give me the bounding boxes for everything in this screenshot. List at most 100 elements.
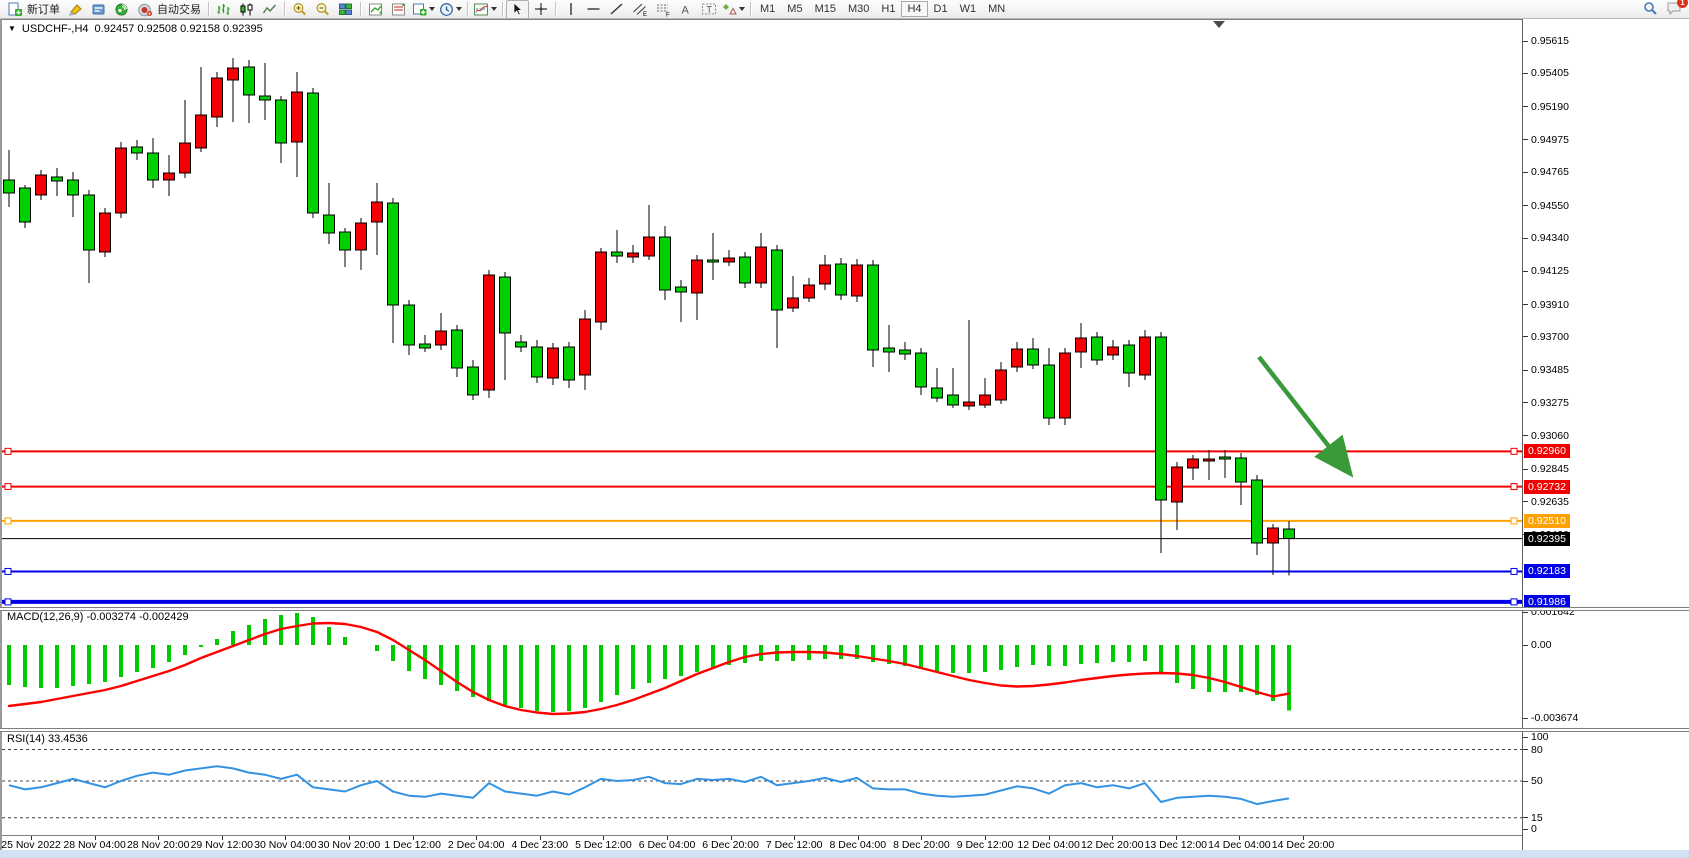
crosshair-tool-button[interactable] [529, 0, 552, 19]
candle [932, 388, 943, 398]
candle [436, 331, 447, 345]
chevron-down-icon [456, 7, 462, 11]
vertical-line-tool-button[interactable] [559, 0, 582, 19]
channel-tool-button[interactable]: E [628, 0, 651, 19]
candle [1172, 467, 1183, 502]
svg-text:A: A [682, 5, 690, 17]
candle-chart-button[interactable] [235, 0, 258, 19]
candle [644, 237, 655, 256]
label-tool-button[interactable]: T [697, 0, 720, 19]
candle [788, 298, 799, 308]
hline-marker[interactable] [5, 518, 11, 524]
timeframe-button-m5[interactable]: M5 [781, 1, 808, 17]
hline-marker[interactable] [1511, 448, 1517, 454]
new-chart-button[interactable] [410, 0, 437, 19]
autotrade-button[interactable] [133, 0, 156, 19]
zoom-out-button[interactable] [311, 0, 334, 19]
timeframe-button-m15[interactable]: M15 [809, 1, 842, 17]
chat-button[interactable]: 1 [1666, 1, 1683, 16]
price-label-0.92732: 0.92732 [1524, 480, 1570, 494]
timeframe-button-m30[interactable]: M30 [842, 1, 875, 17]
timeframe-button-h1[interactable]: H1 [875, 1, 901, 17]
price-axis[interactable]: 0.956150.954050.951900.949750.947650.945… [1522, 19, 1689, 850]
line-chart-button[interactable] [258, 0, 281, 19]
trendline-icon [609, 2, 624, 16]
time-axis[interactable]: 25 Nov 202228 Nov 04:0028 Nov 20:0029 No… [2, 835, 1522, 851]
axis-tick: -0.003674 [1523, 712, 1578, 724]
highlighter-button[interactable] [64, 0, 87, 19]
candle [148, 153, 159, 180]
candle [164, 173, 175, 180]
autotrade-label[interactable]: 自动交易 [157, 1, 201, 17]
indicator-window-button[interactable] [364, 0, 387, 19]
new-order-button[interactable] [3, 0, 26, 19]
chart-canvas[interactable] [2, 19, 1522, 835]
candle [372, 202, 383, 222]
symbol-info-bar[interactable]: ▼ USDCHF-,H4 0.92457 0.92508 0.92158 0.9… [8, 23, 263, 35]
timeframe-button-m1[interactable]: M1 [754, 1, 781, 17]
candle [4, 180, 15, 193]
price-label-0.92395: 0.92395 [1524, 532, 1570, 546]
svg-text:E: E [643, 12, 647, 17]
shapes-tool-button[interactable] [720, 0, 747, 19]
candle [36, 175, 47, 195]
crosshair-icon [534, 2, 548, 16]
fibonacci-tool-button[interactable]: F [651, 0, 674, 19]
shapes-icon [722, 2, 737, 16]
horizontal-line-icon [586, 2, 601, 16]
template-icon [473, 2, 489, 17]
period-clock-button[interactable] [437, 0, 464, 19]
profile-icon [91, 2, 106, 17]
hline-marker[interactable] [5, 448, 11, 454]
candle [756, 247, 767, 283]
zoom-in-button[interactable] [288, 0, 311, 19]
signal-button[interactable] [110, 0, 133, 19]
candle [340, 232, 351, 250]
collapse-triangle-icon[interactable]: ▼ [8, 24, 16, 35]
rsi-line [9, 766, 1289, 804]
timeframe-button-h4[interactable]: H4 [901, 1, 927, 17]
indicator-window2-button[interactable] [387, 0, 410, 19]
candle [612, 252, 623, 256]
macd-indicator-label: MACD(12,26,9) -0.003274 -0.002429 [7, 611, 189, 623]
candle [388, 203, 399, 305]
pane-separator-macd[interactable] [0, 607, 1689, 611]
axis-tick: 0.00 [1523, 639, 1551, 651]
timeframe-button-mn[interactable]: MN [982, 1, 1011, 17]
candle [1076, 338, 1087, 352]
template-button[interactable] [471, 0, 499, 19]
chart-shift-marker[interactable] [1213, 21, 1225, 28]
candle [1220, 457, 1231, 459]
tile-windows-button[interactable] [334, 0, 357, 19]
timeframe-button-w1[interactable]: W1 [954, 1, 983, 17]
candle [1092, 337, 1103, 360]
hline-marker[interactable] [1511, 484, 1517, 490]
trendline-tool-button[interactable] [605, 0, 628, 19]
timeframe-button-d1[interactable]: D1 [928, 1, 954, 17]
bar-chart-button[interactable] [212, 0, 235, 19]
cursor-tool-button[interactable] [506, 0, 529, 19]
hline-marker[interactable] [5, 599, 11, 605]
candle [68, 180, 79, 195]
autotrade-icon [137, 2, 152, 17]
hline-marker[interactable] [1511, 599, 1517, 605]
profiles-button[interactable] [87, 0, 110, 19]
candle [740, 257, 751, 283]
axis-tick: 100 [1523, 731, 1549, 743]
hline-marker[interactable] [5, 484, 11, 490]
candle [996, 370, 1007, 400]
candle [212, 78, 223, 117]
new-order-label[interactable]: 新订单 [27, 1, 60, 17]
candle [532, 347, 543, 377]
candle [308, 93, 319, 213]
search-icon[interactable] [1643, 1, 1658, 16]
axis-tick: 0.93485 [1523, 364, 1569, 376]
candle [276, 100, 287, 143]
candle [132, 147, 143, 153]
hline-marker[interactable] [5, 568, 11, 574]
text-tool-button[interactable]: A [674, 0, 697, 19]
pane-separator-rsi[interactable] [0, 728, 1689, 732]
hline-marker[interactable] [1511, 568, 1517, 574]
horizontal-line-tool-button[interactable] [582, 0, 605, 19]
hline-marker[interactable] [1511, 518, 1517, 524]
